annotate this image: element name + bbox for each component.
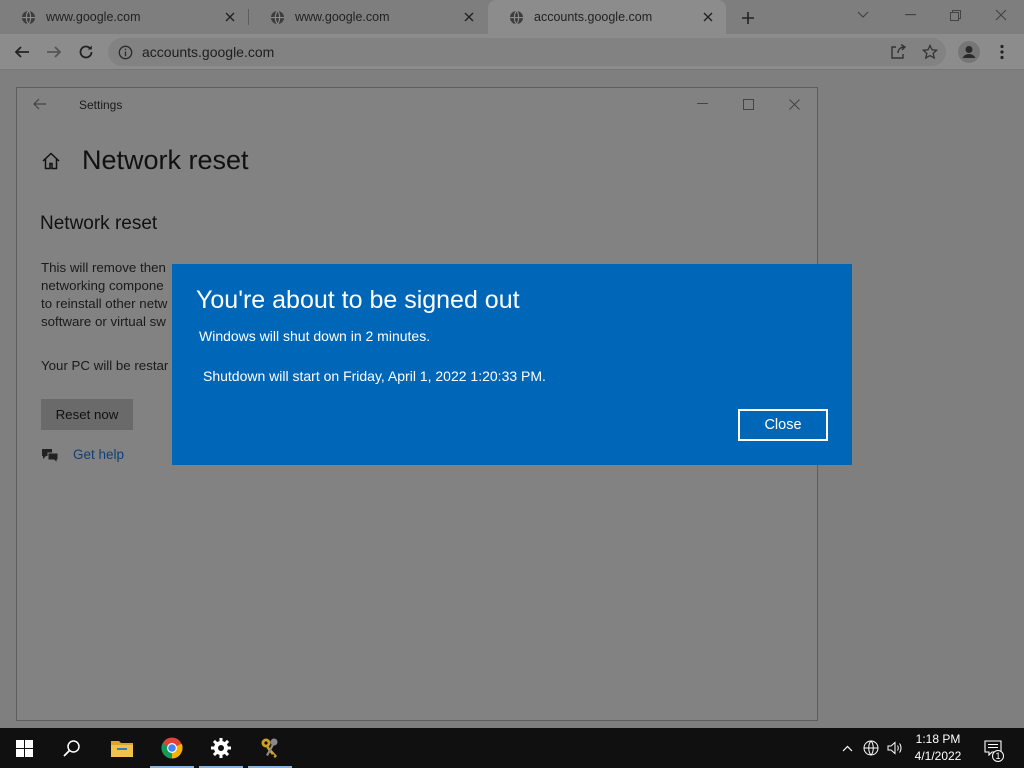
menu-button[interactable] [990,40,1014,64]
reload-icon [79,45,93,59]
restart-note: Your PC will be restar [41,358,169,373]
taskbar: 1:18 PM 4/1/2022 1 [0,728,1024,768]
bookmark-button[interactable] [918,38,942,66]
close-tab-icon[interactable] [700,9,716,25]
section-title: Network reset [40,213,158,234]
back-button[interactable] [10,40,34,64]
page-title: Network reset [82,145,249,175]
maximize-icon [742,98,754,110]
chevron-down-icon [857,11,869,18]
get-help-link[interactable]: Get help [73,447,124,462]
star-icon [922,44,938,60]
dialog-shutdown-time: Shutdown will start on Friday, April 1, … [203,368,546,384]
settings-titlebar: Settings [17,88,817,120]
new-tab-button[interactable] [737,7,759,29]
settings-gear-icon [211,738,231,758]
tab-search-button[interactable] [850,4,876,26]
settings-close-button[interactable] [783,94,805,114]
dialog-title: You're about to be signed out [196,286,520,314]
restore-button[interactable] [942,4,968,26]
home-icon[interactable] [41,151,61,171]
settings-maximize-button[interactable] [737,94,759,114]
avatar-icon [958,41,980,63]
close-icon [788,98,800,110]
minimize-icon [696,103,708,104]
arrow-left-icon [33,98,46,110]
forward-button[interactable] [42,40,66,64]
close-button[interactable]: Close [738,409,828,441]
chrome-button[interactable] [148,728,196,768]
browser-tab-1[interactable]: www.google.com [0,0,248,34]
arrow-right-icon [47,46,62,58]
keys-app-icon [261,738,278,758]
close-icon [995,9,1007,21]
speaker-icon [887,741,902,755]
network-button[interactable] [860,728,882,768]
notification-count: 1 [992,750,1004,762]
action-center-button[interactable]: 1 [980,728,1006,768]
file-explorer-button[interactable] [98,728,146,768]
minimize-button[interactable] [897,4,923,26]
keys-app-button[interactable] [246,728,294,768]
arrow-left-icon [14,46,29,58]
browser-toolbar: accounts.google.com [0,34,1024,70]
search-icon [63,740,80,757]
globe-icon [20,9,36,25]
close-tab-icon[interactable] [461,9,477,25]
share-button[interactable] [886,38,910,66]
start-icon [15,739,33,757]
clock-time: 1:18 PM [915,732,961,746]
file-explorer-icon [111,741,133,757]
tab-title: www.google.com [46,10,141,24]
close-tab-icon[interactable] [222,9,238,25]
browser-tabstrip: www.google.com www.google.com accounts.g… [0,0,1024,34]
info-icon[interactable] [116,43,134,61]
globe-icon [508,9,524,25]
chevron-up-icon [842,745,852,751]
browser-tab-2[interactable]: www.google.com [249,0,487,34]
search-button[interactable] [48,728,96,768]
address-bar[interactable]: accounts.google.com [108,38,946,66]
show-hidden-icons-button[interactable] [838,728,856,768]
network-globe-icon [863,740,879,756]
reset-now-button[interactable]: Reset now [41,399,133,430]
settings-window-title: Settings [79,98,123,112]
signout-dialog: You're about to be signed out Windows wi… [172,264,852,465]
tab-title: accounts.google.com [534,10,653,24]
settings-minimize-button[interactable] [691,94,713,114]
start-button[interactable] [0,728,48,768]
volume-button[interactable] [884,728,906,768]
settings-taskbar-button[interactable] [197,728,245,768]
profile-button[interactable] [957,40,981,64]
globe-icon [269,9,285,25]
reload-button[interactable] [74,40,98,64]
help-chat-icon [42,449,59,463]
taskbar-clock[interactable]: 1:18 PM 4/1/2022 [906,731,970,765]
browser-tab-3[interactable]: accounts.google.com [488,0,726,34]
settings-back-button[interactable] [31,96,49,112]
share-icon [891,44,906,59]
tab-title: www.google.com [295,10,390,24]
restore-icon [949,9,961,21]
clock-date: 4/1/2022 [914,749,962,763]
more-vertical-icon [1000,44,1004,60]
dialog-message: Windows will shut down in 2 minutes. [199,328,431,344]
plus-icon [742,12,754,24]
close-window-button[interactable] [988,4,1014,26]
chrome-icon [161,737,183,759]
minimize-icon [904,14,916,16]
address-url: accounts.google.com [142,44,275,60]
